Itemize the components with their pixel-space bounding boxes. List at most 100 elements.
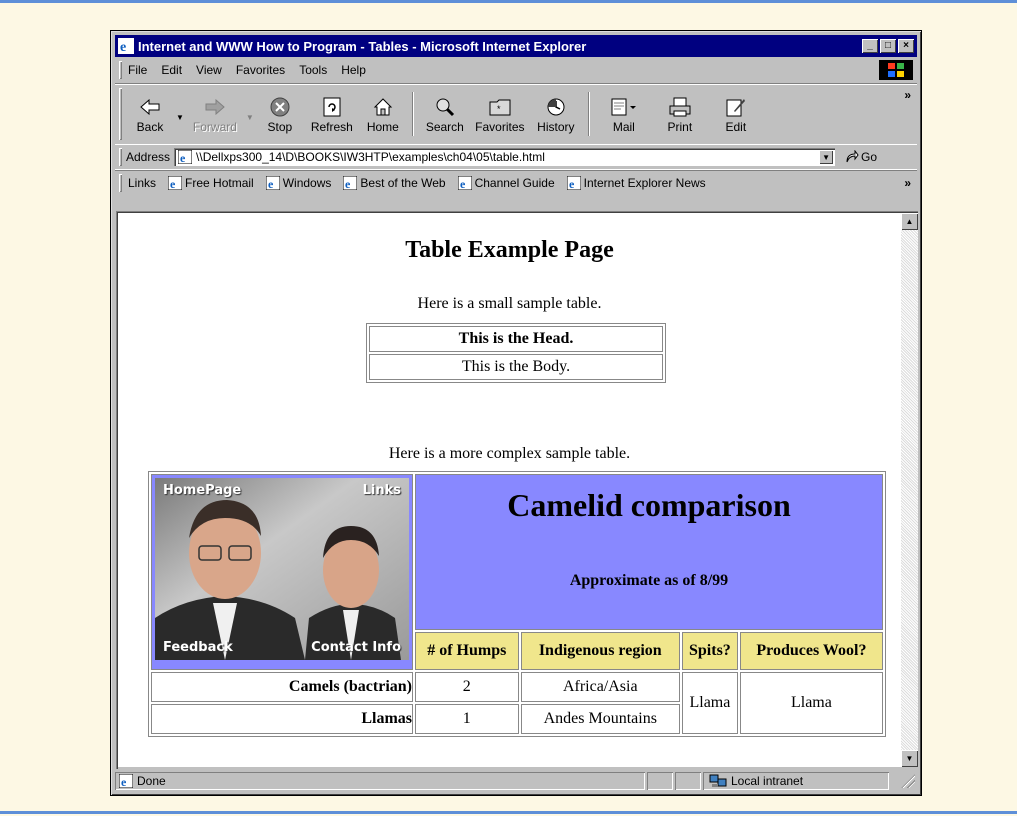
- home-button[interactable]: Home: [360, 88, 406, 140]
- status-slot: [675, 772, 701, 790]
- menu-edit[interactable]: Edit: [161, 63, 182, 77]
- link-channel-guide[interactable]: e Channel Guide: [457, 176, 555, 190]
- authors-photo-image-map[interactable]: HomePage Links Feedback Contact Info: [155, 478, 409, 660]
- edit-button[interactable]: Edit: [708, 88, 764, 140]
- link-windows[interactable]: e Windows: [265, 176, 332, 190]
- complex-table-caption: Here is a more complex sample table.: [388, 445, 631, 462]
- minimize-button[interactable]: _: [862, 39, 878, 53]
- camelid-comparison-table: HomePage Links Feedback Contact Info Cam…: [148, 471, 886, 737]
- back-button[interactable]: Back: [126, 88, 174, 140]
- history-label: History: [537, 120, 575, 134]
- edit-icon: [726, 94, 746, 120]
- region-cell: Africa/Asia: [520, 672, 680, 702]
- back-dropdown-icon[interactable]: ▼: [176, 113, 184, 122]
- svg-text:*: *: [497, 104, 501, 114]
- window-title: Internet and WWW How to Program - Tables…: [138, 38, 587, 54]
- vertical-scrollbar[interactable]: ▲ ▼: [901, 213, 918, 767]
- back-arrow-icon: [140, 94, 160, 120]
- resize-grip-icon[interactable]: [901, 774, 915, 788]
- refresh-label: Refresh: [310, 120, 353, 134]
- table-title: Camelid comparison: [507, 487, 791, 523]
- link-best-of-the-web[interactable]: e Best of the Web: [343, 176, 446, 190]
- favorites-folder-icon: *: [489, 94, 511, 120]
- print-icon: [669, 94, 691, 120]
- maximize-button[interactable]: □: [880, 39, 896, 53]
- scroll-up-icon[interactable]: ▲: [901, 213, 918, 230]
- back-label: Back: [136, 120, 164, 134]
- small-table-body: This is the Body.: [369, 354, 663, 380]
- address-url: \\Dellxps300_14\D\BOOKS\IW3HTP\examples\…: [196, 150, 545, 164]
- toolbar-separator: [412, 92, 414, 136]
- table-header-cell: Camelid comparison Approximate as of 8/9…: [415, 474, 883, 630]
- link-free-hotmail[interactable]: e Free Hotmail: [168, 176, 254, 190]
- svg-text:e: e: [569, 177, 575, 190]
- forward-button[interactable]: Forward: [186, 88, 244, 140]
- status-text: Done: [137, 774, 166, 788]
- page-icon: e: [457, 176, 472, 190]
- menu-favorites[interactable]: Favorites: [236, 63, 285, 77]
- svg-text:e: e: [180, 151, 186, 164]
- links-more-chevron-icon[interactable]: »: [904, 176, 911, 190]
- address-bar: Address e \\Dellxps300_14\D\BOOKS\IW3HTP…: [115, 145, 917, 170]
- refresh-button[interactable]: Refresh: [304, 88, 360, 140]
- page-top-rule: [0, 0, 1017, 3]
- addressbar-grip[interactable]: [119, 148, 122, 166]
- link-internet-explorer-news[interactable]: e Internet Explorer News: [566, 176, 706, 190]
- title-bar[interactable]: e Internet and WWW How to Program - Tabl…: [115, 35, 917, 57]
- region-cell: Andes Mountains: [520, 704, 680, 734]
- svg-text:e: e: [460, 177, 466, 190]
- menu-view[interactable]: View: [196, 63, 222, 77]
- history-button[interactable]: History: [530, 88, 582, 140]
- favorites-label: Favorites: [475, 120, 525, 134]
- authors-photo: [155, 478, 409, 660]
- link-label: Channel Guide: [474, 176, 555, 190]
- close-button[interactable]: ×: [898, 39, 914, 53]
- link-label: Windows: [282, 176, 332, 190]
- status-slot: [647, 772, 673, 790]
- menubar-grip[interactable]: [119, 61, 122, 79]
- mail-label: Mail: [612, 120, 635, 134]
- go-arrow-icon: [846, 150, 859, 163]
- menu-tools[interactable]: Tools: [299, 63, 327, 77]
- page-icon: e: [168, 176, 183, 190]
- wool-cell: Llama: [739, 672, 883, 734]
- toolbar-more-chevron-icon[interactable]: »: [904, 88, 911, 102]
- linksbar-grip[interactable]: [119, 174, 122, 192]
- address-dropdown-icon[interactable]: ▼: [819, 150, 834, 164]
- search-button[interactable]: Search: [420, 88, 470, 140]
- forward-dropdown-icon[interactable]: ▼: [246, 113, 254, 122]
- links-label[interactable]: Links: [128, 176, 156, 190]
- menu-file[interactable]: File: [128, 63, 147, 77]
- security-zone-panel: Local intranet: [703, 772, 889, 790]
- address-input[interactable]: e \\Dellxps300_14\D\BOOKS\IW3HTP\example…: [174, 148, 836, 166]
- svg-text:e: e: [170, 177, 176, 190]
- svg-text:e: e: [345, 177, 351, 190]
- favorites-button[interactable]: * Favorites: [470, 88, 530, 140]
- mail-button[interactable]: Mail: [596, 88, 652, 140]
- page-icon: e: [343, 176, 358, 190]
- print-button[interactable]: Print: [652, 88, 708, 140]
- scroll-down-icon[interactable]: ▼: [901, 750, 918, 767]
- menu-help[interactable]: Help: [341, 63, 366, 77]
- small-table-head: This is the Head.: [369, 326, 663, 352]
- page-icon: e: [178, 150, 193, 164]
- photo-cell: HomePage Links Feedback Contact Info: [151, 474, 413, 670]
- local-intranet-icon: [709, 774, 727, 787]
- spits-cell: Llama: [681, 672, 738, 734]
- column-header: Spits?: [681, 632, 738, 670]
- page-content: Table Example Page Here is a small sampl…: [118, 213, 901, 767]
- go-button[interactable]: Go: [845, 150, 877, 164]
- home-icon: [373, 94, 393, 120]
- menu-bar: File Edit View Favorites Tools Help: [115, 59, 917, 81]
- stop-button[interactable]: Stop: [256, 88, 304, 140]
- homepage-hotspot[interactable]: HomePage: [163, 483, 241, 498]
- refresh-icon: [323, 94, 341, 120]
- feedback-hotspot[interactable]: Feedback: [163, 640, 233, 655]
- browser-window: e Internet and WWW How to Program - Tabl…: [110, 30, 922, 796]
- humps-cell: 2: [415, 672, 519, 702]
- links-hotspot[interactable]: Links: [363, 483, 401, 498]
- toolbar-grip[interactable]: [119, 88, 122, 140]
- row-label: Camels (bactrian): [151, 672, 413, 702]
- ie-logo-icon: e: [118, 38, 134, 54]
- contact-info-hotspot[interactable]: Contact Info: [311, 640, 401, 655]
